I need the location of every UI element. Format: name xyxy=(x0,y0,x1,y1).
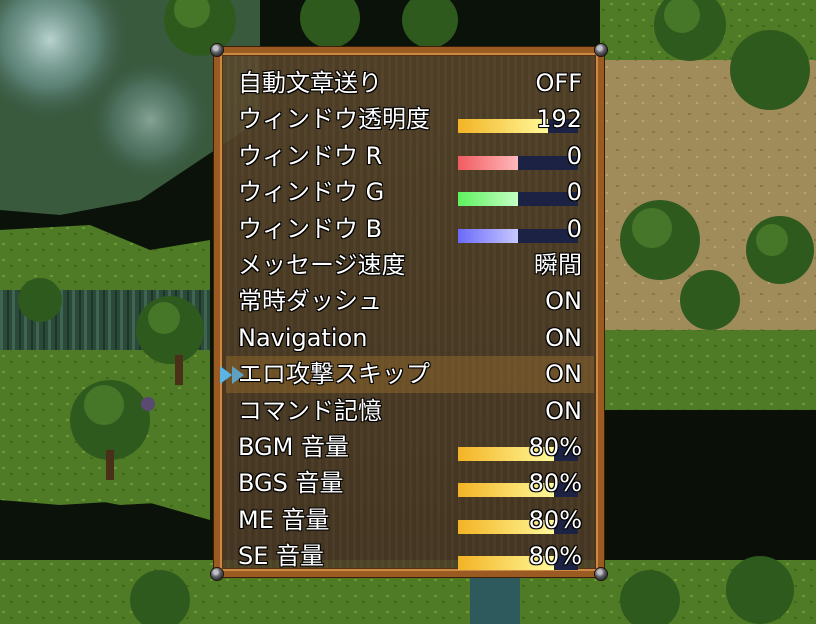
option-gauge-fill xyxy=(458,228,518,243)
option-value: 80% xyxy=(528,432,582,461)
frame-bolt xyxy=(595,44,607,56)
option-value: 80% xyxy=(528,542,582,571)
option-value: ON xyxy=(545,323,582,352)
option-value: 192 xyxy=(536,105,582,134)
selection-cursor-icon xyxy=(220,366,244,385)
option-label: BGS 音量 xyxy=(238,469,344,498)
option-gauge-fill xyxy=(458,192,518,207)
option-value: 80% xyxy=(528,505,582,534)
option-row-bgs-volume[interactable]: BGS 音量 80% xyxy=(232,465,588,501)
option-value: 80% xyxy=(528,469,582,498)
option-label: ME 音量 xyxy=(238,505,330,534)
option-row-auto-text[interactable]: 自動文章送り OFF xyxy=(232,65,588,101)
option-row-window-b[interactable]: ウィンドウ B 0 xyxy=(232,211,588,247)
option-value: OFF xyxy=(535,69,583,97)
option-label: ウィンドウ R xyxy=(238,141,383,170)
option-value: ON xyxy=(545,360,582,389)
option-value: ON xyxy=(545,396,582,425)
option-value: 瞬間 xyxy=(534,250,582,279)
option-row-skip-attack[interactable]: エロ攻撃スキップ ON xyxy=(220,356,594,393)
option-row-window-opacity[interactable]: ウィンドウ透明度 192 xyxy=(232,101,588,137)
option-label: Navigation xyxy=(238,323,368,352)
option-label: ウィンドウ B xyxy=(238,214,383,243)
option-row-me-volume[interactable]: ME 音量 80% xyxy=(232,502,588,538)
option-gauge xyxy=(458,228,578,243)
option-gauge-fill xyxy=(458,119,548,134)
option-row-always-dash[interactable]: 常時ダッシュ ON xyxy=(232,283,588,319)
option-row-bgm-volume[interactable]: BGM 音量 80% xyxy=(232,429,588,465)
option-label: SE 音量 xyxy=(238,542,325,571)
frame-bolt xyxy=(211,568,223,580)
option-label: エロ攻撃スキップ xyxy=(238,360,430,389)
option-label: コマンド記憶 xyxy=(238,396,382,425)
option-gauge-fill xyxy=(458,155,518,170)
option-label: BGM 音量 xyxy=(238,432,349,461)
options-window: 自動文章送り OFF ウィンドウ透明度 192 ウィンドウ R 0 ウィンドウ G 0 ウィンド… xyxy=(211,44,607,580)
option-value: 0 xyxy=(566,141,582,170)
option-row-message-speed[interactable]: メッセージ速度 瞬間 xyxy=(232,247,588,283)
option-row-se-volume[interactable]: SE 音量 80% xyxy=(232,538,588,574)
option-row-navigation[interactable]: Navigation ON xyxy=(232,320,588,356)
option-label: メッセージ速度 xyxy=(238,250,406,279)
frame-bolt xyxy=(595,568,607,580)
option-gauge xyxy=(458,155,578,170)
option-gauge xyxy=(458,192,578,207)
option-row-command-memory[interactable]: コマンド記憶 ON xyxy=(232,393,588,429)
option-row-window-g[interactable]: ウィンドウ G 0 xyxy=(232,174,588,210)
option-value: 0 xyxy=(566,178,582,207)
option-label: ウィンドウ透明度 xyxy=(238,105,430,134)
options-list: 自動文章送り OFF ウィンドウ透明度 192 ウィンドウ R 0 ウィンドウ G 0 ウィンド… xyxy=(220,65,594,574)
option-row-window-r[interactable]: ウィンドウ R 0 xyxy=(232,138,588,174)
option-label: 自動文章送り xyxy=(238,69,382,97)
option-value: 0 xyxy=(566,214,582,243)
option-value: ON xyxy=(545,287,582,316)
option-label: ウィンドウ G xyxy=(238,178,385,207)
frame-bolt xyxy=(211,44,223,56)
option-label: 常時ダッシュ xyxy=(238,287,382,316)
